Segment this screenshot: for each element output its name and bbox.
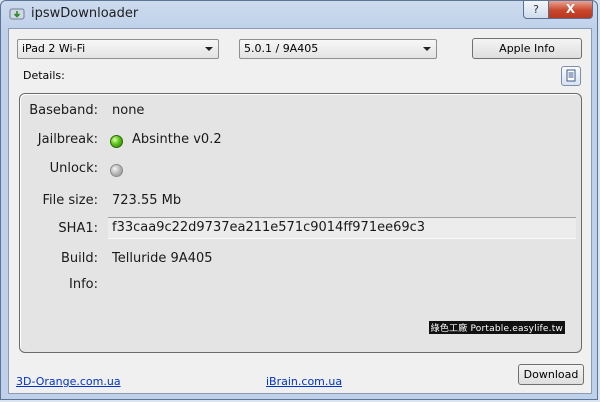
unlock-label: Unlock:: [49, 161, 98, 176]
baseband-label: Baseband:: [29, 103, 98, 118]
3d-orange-link[interactable]: 3D-Orange.com.ua: [16, 375, 121, 388]
details-label: Details:: [23, 69, 65, 82]
firmware-select[interactable]: 5.0.1 / 9A405: [239, 39, 437, 59]
ibrain-link[interactable]: iBrain.com.ua: [266, 375, 342, 388]
app-window: ipswDownloader ? X iPad 2 Wi-Fi 5.0.1 / …: [0, 0, 598, 400]
sha1-field[interactable]: f33caa9c22d9737ea211e571c9014ff971ee69c3: [108, 217, 576, 239]
unlock-status-led-icon: [110, 164, 123, 177]
device-select[interactable]: iPad 2 Wi-Fi: [17, 39, 219, 59]
window-title: ipswDownloader: [31, 6, 139, 21]
build-label: Build:: [60, 251, 98, 266]
chevron-down-icon: [205, 47, 213, 51]
baseband-value: none: [112, 103, 145, 118]
download-button[interactable]: Download: [518, 364, 584, 385]
app-icon: [9, 8, 25, 20]
chevron-down-icon: [423, 47, 431, 51]
document-icon: [566, 69, 576, 82]
info-label: Info:: [69, 277, 98, 292]
watermark: 綠色工廠 Portable.easylife.tw: [428, 321, 565, 334]
copy-details-button[interactable]: [561, 66, 581, 86]
jailbreak-label: Jailbreak:: [37, 132, 98, 147]
firmware-select-value: 5.0.1 / 9A405: [244, 42, 319, 55]
help-button[interactable]: ?: [523, 1, 549, 19]
client-area: iPad 2 Wi-Fi 5.0.1 / 9A405 Apple Info De…: [8, 28, 592, 394]
filesize-value: 723.55 Mb: [112, 193, 182, 208]
jailbreak-status-led-icon: [110, 135, 123, 148]
build-value: Telluride 9A405: [112, 251, 213, 266]
details-panel: Baseband: none Jailbreak: Absinthe v0.2 …: [19, 93, 582, 353]
title-bar[interactable]: ipswDownloader ? X: [1, 1, 599, 27]
device-select-value: iPad 2 Wi-Fi: [22, 42, 86, 55]
close-button[interactable]: X: [549, 1, 593, 19]
caption-buttons: ? X: [523, 1, 593, 21]
apple-info-button[interactable]: Apple Info: [472, 38, 582, 59]
filesize-label: File size:: [42, 193, 98, 208]
jailbreak-value: Absinthe v0.2: [132, 132, 222, 147]
sha1-label: SHA1:: [58, 221, 98, 236]
